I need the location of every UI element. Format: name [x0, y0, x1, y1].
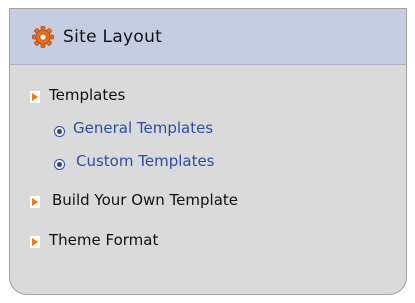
- menu-item-label: General Templates: [73, 119, 214, 137]
- panel-title: Site Layout: [63, 26, 163, 47]
- menu-item-templates[interactable]: Templates: [30, 86, 125, 104]
- site-layout-panel: Site Layout Templates General Templates: [9, 8, 407, 295]
- panel-header: Site Layout: [10, 9, 406, 65]
- menu-item-build-your-own-template[interactable]: Build Your Own Template: [30, 191, 238, 209]
- bullet-icon: [54, 123, 65, 137]
- arrow-right-icon: [30, 234, 40, 248]
- arrow-right-icon: [30, 194, 40, 208]
- bullet-icon: [54, 156, 65, 170]
- menu-item-general-templates[interactable]: General Templates: [54, 119, 213, 137]
- arrow-right-icon: [30, 89, 40, 103]
- gear-icon: [32, 25, 54, 48]
- menu-item-label: Theme Format: [49, 231, 159, 249]
- menu-item-theme-format[interactable]: Theme Format: [30, 231, 158, 249]
- menu-item-label: Templates: [49, 86, 126, 104]
- menu-item-label: Custom Templates: [76, 152, 215, 170]
- menu-item-label: Build Your Own Template: [52, 191, 239, 209]
- menu-item-custom-templates[interactable]: Custom Templates: [54, 152, 215, 170]
